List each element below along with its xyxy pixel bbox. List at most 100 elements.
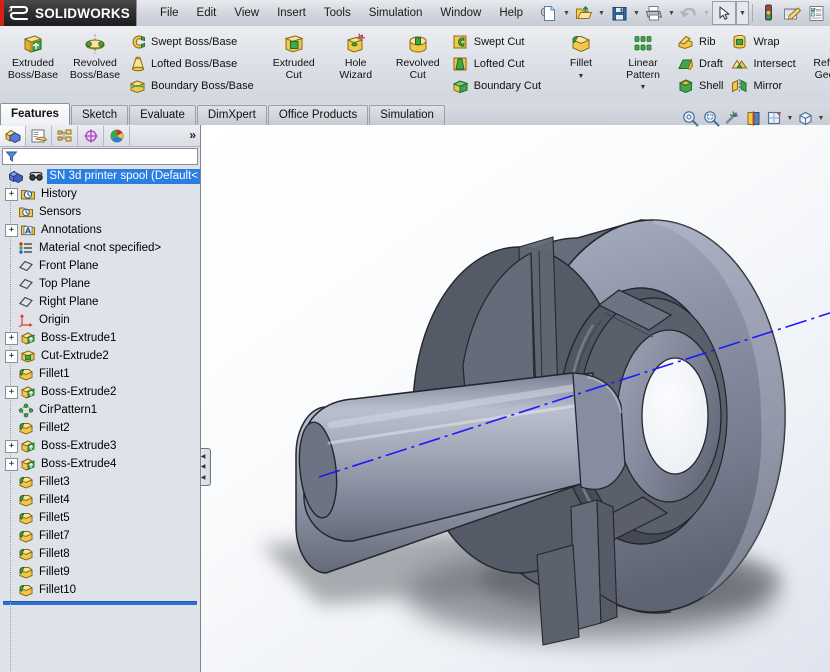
menu-window[interactable]: Window: [431, 3, 490, 23]
tree-item-boss-extrude4[interactable]: + Boss-Extrude4: [0, 455, 200, 473]
tab-dimxpert[interactable]: DimXpert: [197, 105, 267, 125]
quick-access-toolbar[interactable]: ▼ ▼ ▼: [537, 0, 828, 26]
tree-item-fillet2[interactable]: · Fillet2: [0, 419, 200, 437]
display-style-button[interactable]: [795, 108, 816, 129]
tree-item-fillet9[interactable]: · Fillet9: [0, 563, 200, 581]
hole-wizard-button[interactable]: Hole Wizard: [325, 26, 387, 81]
menu-simulation[interactable]: Simulation: [360, 3, 432, 23]
lofted-boss-base-button[interactable]: Lofted Boss/Base: [126, 53, 259, 75]
save-document-caret[interactable]: ▼: [631, 2, 642, 24]
extruded-cut-button[interactable]: Extruded Cut: [263, 26, 325, 81]
tab-simulation[interactable]: Simulation: [369, 105, 445, 125]
menu-file[interactable]: File: [151, 3, 188, 23]
revolved-cut-button[interactable]: Revolved Cut: [387, 26, 449, 81]
menu-tools[interactable]: Tools: [315, 3, 360, 23]
shell-button[interactable]: Shell: [674, 75, 728, 97]
tree-item-cirpattern1[interactable]: · CirPattern1: [0, 401, 200, 419]
tree-item-sensors[interactable]: · Sensors: [0, 203, 200, 221]
expand-toggle[interactable]: +: [5, 332, 18, 345]
tree-item-front-plane[interactable]: · Front Plane: [0, 257, 200, 275]
tree-item-fillet5[interactable]: · Fillet5: [0, 509, 200, 527]
settings-list-button[interactable]: [804, 1, 828, 25]
tree-item-fillet8[interactable]: · Fillet8: [0, 545, 200, 563]
rib-button[interactable]: Rib: [674, 31, 728, 53]
swept-cut-button[interactable]: Swept Cut: [449, 31, 546, 53]
expand-toggle[interactable]: +: [5, 440, 18, 453]
dimxpert-manager-tab[interactable]: [78, 126, 104, 146]
tree-item-fillet7[interactable]: · Fillet7: [0, 527, 200, 545]
extruded-boss-base-button[interactable]: Extruded Boss/Base: [2, 26, 64, 81]
print-document-button[interactable]: [642, 1, 666, 25]
section-view-button[interactable]: [743, 108, 764, 129]
view-orientation-button[interactable]: [764, 108, 785, 129]
select-tool-caret[interactable]: ▼: [736, 1, 749, 25]
menu-edit[interactable]: Edit: [188, 3, 226, 23]
property-manager-tab[interactable]: [26, 126, 52, 146]
expand-toggle[interactable]: +: [5, 350, 18, 363]
expand-toggle[interactable]: +: [5, 386, 18, 399]
tab-sketch[interactable]: Sketch: [71, 105, 128, 125]
expand-toggle[interactable]: +: [5, 224, 18, 237]
display-manager-tab[interactable]: [104, 126, 130, 146]
tree-item-fillet3[interactable]: · Fillet3: [0, 473, 200, 491]
open-document-caret[interactable]: ▼: [596, 2, 607, 24]
panel-collapse-handle[interactable]: ◀ ◀ ◀: [201, 448, 211, 486]
tree-item-annotations[interactable]: + A Annotations: [0, 221, 200, 239]
mirror-button[interactable]: Mirror: [728, 75, 800, 97]
open-document-button[interactable]: [572, 1, 596, 25]
heads-up-view-toolbar[interactable]: ▼ ▼: [680, 106, 826, 130]
tree-item-history[interactable]: + History: [0, 185, 200, 203]
menu-help[interactable]: Help: [490, 3, 532, 23]
rollback-bar[interactable]: [3, 601, 197, 605]
view-orientation-caret[interactable]: ▼: [785, 108, 795, 129]
options-button[interactable]: [780, 1, 804, 25]
zoom-to-area-button[interactable]: [701, 108, 722, 129]
boundary-boss-base-button[interactable]: Boundary Boss/Base: [126, 75, 259, 97]
wrap-button[interactable]: Wrap: [728, 31, 800, 53]
feature-manager-tab[interactable]: [0, 126, 26, 146]
display-style-caret[interactable]: ▼: [816, 108, 826, 129]
expand-toggle[interactable]: +: [5, 458, 18, 471]
menu-bar[interactable]: File Edit View Insert Tools Simulation W…: [151, 0, 556, 26]
new-document-button[interactable]: [537, 1, 561, 25]
menu-insert[interactable]: Insert: [268, 3, 315, 23]
zoom-to-fit-button[interactable]: [680, 108, 701, 129]
tree-item-top-plane[interactable]: · Top Plane: [0, 275, 200, 293]
boundary-cut-button[interactable]: Boundary Cut: [449, 75, 546, 97]
configuration-manager-tab[interactable]: [52, 126, 78, 146]
linear-pattern-button[interactable]: Linear Pattern ▼: [612, 26, 674, 91]
save-document-button[interactable]: [607, 1, 631, 25]
previous-view-button[interactable]: [722, 108, 743, 129]
tree-item-origin[interactable]: · Origin: [0, 311, 200, 329]
tree-item-fillet1[interactable]: · Fillet1: [0, 365, 200, 383]
tree-item-boss-extrude3[interactable]: + Boss-Extrude3: [0, 437, 200, 455]
tree-item-fillet10[interactable]: · Fillet10: [0, 581, 200, 599]
tab-features[interactable]: Features: [0, 103, 70, 125]
linear-pattern-caret[interactable]: ▼: [640, 84, 647, 91]
tab-office-products[interactable]: Office Products: [268, 105, 368, 125]
tree-item-fillet4[interactable]: · Fillet4: [0, 491, 200, 509]
intersect-button[interactable]: Intersect: [728, 53, 800, 75]
graphics-area[interactable]: ◀ ◀ ◀: [201, 125, 830, 672]
feature-manager-more-tabs[interactable]: »: [189, 128, 196, 142]
lofted-cut-button[interactable]: Lofted Cut: [449, 53, 546, 75]
tree-item-boss-extrude1[interactable]: + Boss-Extrude1: [0, 329, 200, 347]
tree-item-right-plane[interactable]: · Right Plane: [0, 293, 200, 311]
new-document-caret[interactable]: ▼: [561, 2, 572, 24]
feature-tree[interactable]: SN 3d printer spool (Default< + History …: [0, 166, 200, 672]
draft-button[interactable]: Draft: [674, 53, 728, 75]
undo-button[interactable]: [677, 1, 701, 25]
revolved-boss-base-button[interactable]: Revolved Boss/Base: [64, 26, 126, 81]
reference-geometry-button[interactable]: Reference Geometry ▼: [805, 26, 830, 91]
menu-view[interactable]: View: [225, 3, 268, 23]
fillet-button[interactable]: Fillet ▼: [550, 26, 612, 80]
swept-boss-base-button[interactable]: Swept Boss/Base: [126, 31, 259, 53]
tree-item-cut-extrude2[interactable]: + Cut-Extrude2: [0, 347, 200, 365]
fillet-caret[interactable]: ▼: [578, 73, 585, 80]
select-tool-button[interactable]: [712, 1, 736, 25]
tree-item-material[interactable]: · Material <not specified>: [0, 239, 200, 257]
tree-root-item[interactable]: SN 3d printer spool (Default<: [0, 167, 200, 185]
rebuild-button[interactable]: [756, 1, 780, 25]
feature-filter-input[interactable]: [2, 148, 198, 165]
expand-toggle[interactable]: +: [5, 188, 18, 201]
